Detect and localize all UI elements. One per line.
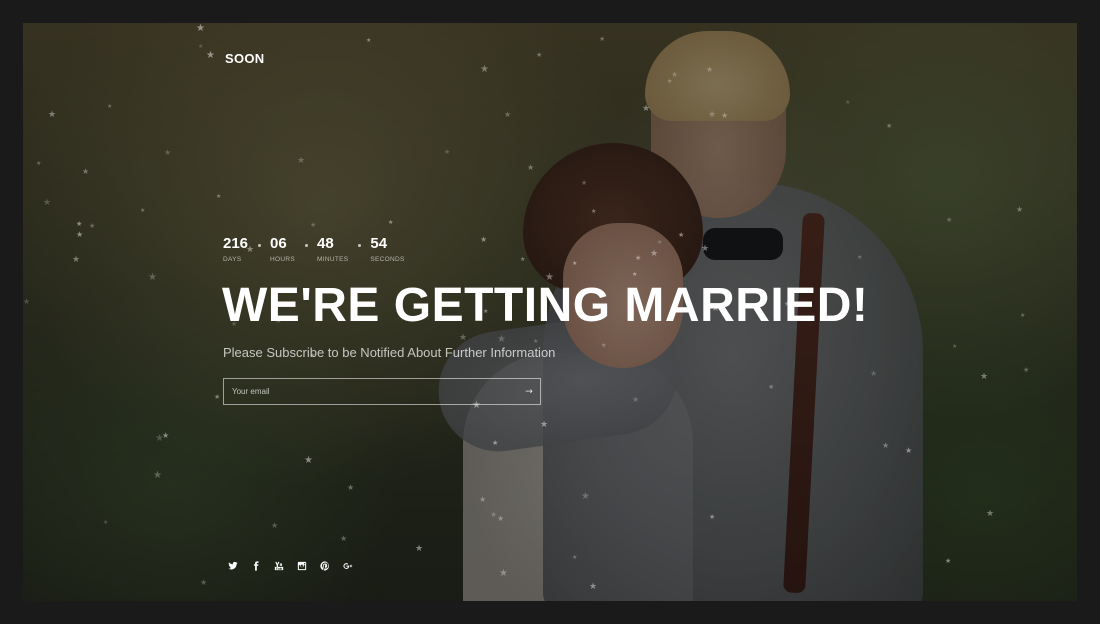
social-links — [227, 560, 354, 572]
pinterest-icon[interactable] — [319, 560, 331, 572]
countdown-label: DAYS — [223, 256, 242, 263]
countdown-days: 216 DAYS — [223, 235, 262, 263]
subscribe-submit-button[interactable]: → — [518, 379, 540, 404]
page-headline: WE'RE GETTING MARRIED! — [222, 279, 869, 332]
countdown-label: HOURS — [270, 256, 296, 263]
youtube-icon[interactable] — [273, 560, 285, 572]
countdown-seconds: 54 SECONDS — [370, 235, 404, 263]
subscribe-description: Please Subscribe to be Notified About Fu… — [223, 345, 556, 360]
hero-section: ★ ★ ★ ★ ★ ★ ★ ★ ★ ★ ★ ★ ★ ★ ★ ★ ★ ★ ★ ★ ★ ★ ★ ★ ★ ★ ★ ★ ★ ★ ★ ★ ★ ★ ★ ★ ★ ★ ★ ★… — [23, 23, 1077, 601]
instagram-icon[interactable] — [296, 560, 308, 572]
countdown-value: 54 — [370, 235, 388, 252]
site-logo[interactable]: SOON — [225, 51, 264, 66]
email-input[interactable] — [224, 379, 518, 404]
countdown-value: 06 — [270, 235, 287, 252]
arrow-right-icon: → — [525, 386, 533, 397]
twitter-icon[interactable] — [227, 560, 239, 572]
facebook-icon[interactable] — [250, 560, 262, 572]
countdown-label: SECONDS — [370, 256, 405, 263]
countdown-hours: 06 HOURS — [270, 235, 308, 263]
google-plus-icon[interactable] — [342, 560, 354, 572]
countdown-timer: 216 DAYS 06 HOURS 48 MINUTES 54 SECONDS — [223, 235, 427, 263]
countdown-value: 48 — [317, 235, 334, 252]
countdown-value: 216 — [223, 235, 249, 252]
countdown-label: MINUTES — [317, 256, 349, 263]
subscribe-form: → — [223, 378, 541, 405]
countdown-minutes: 48 MINUTES — [317, 235, 362, 263]
